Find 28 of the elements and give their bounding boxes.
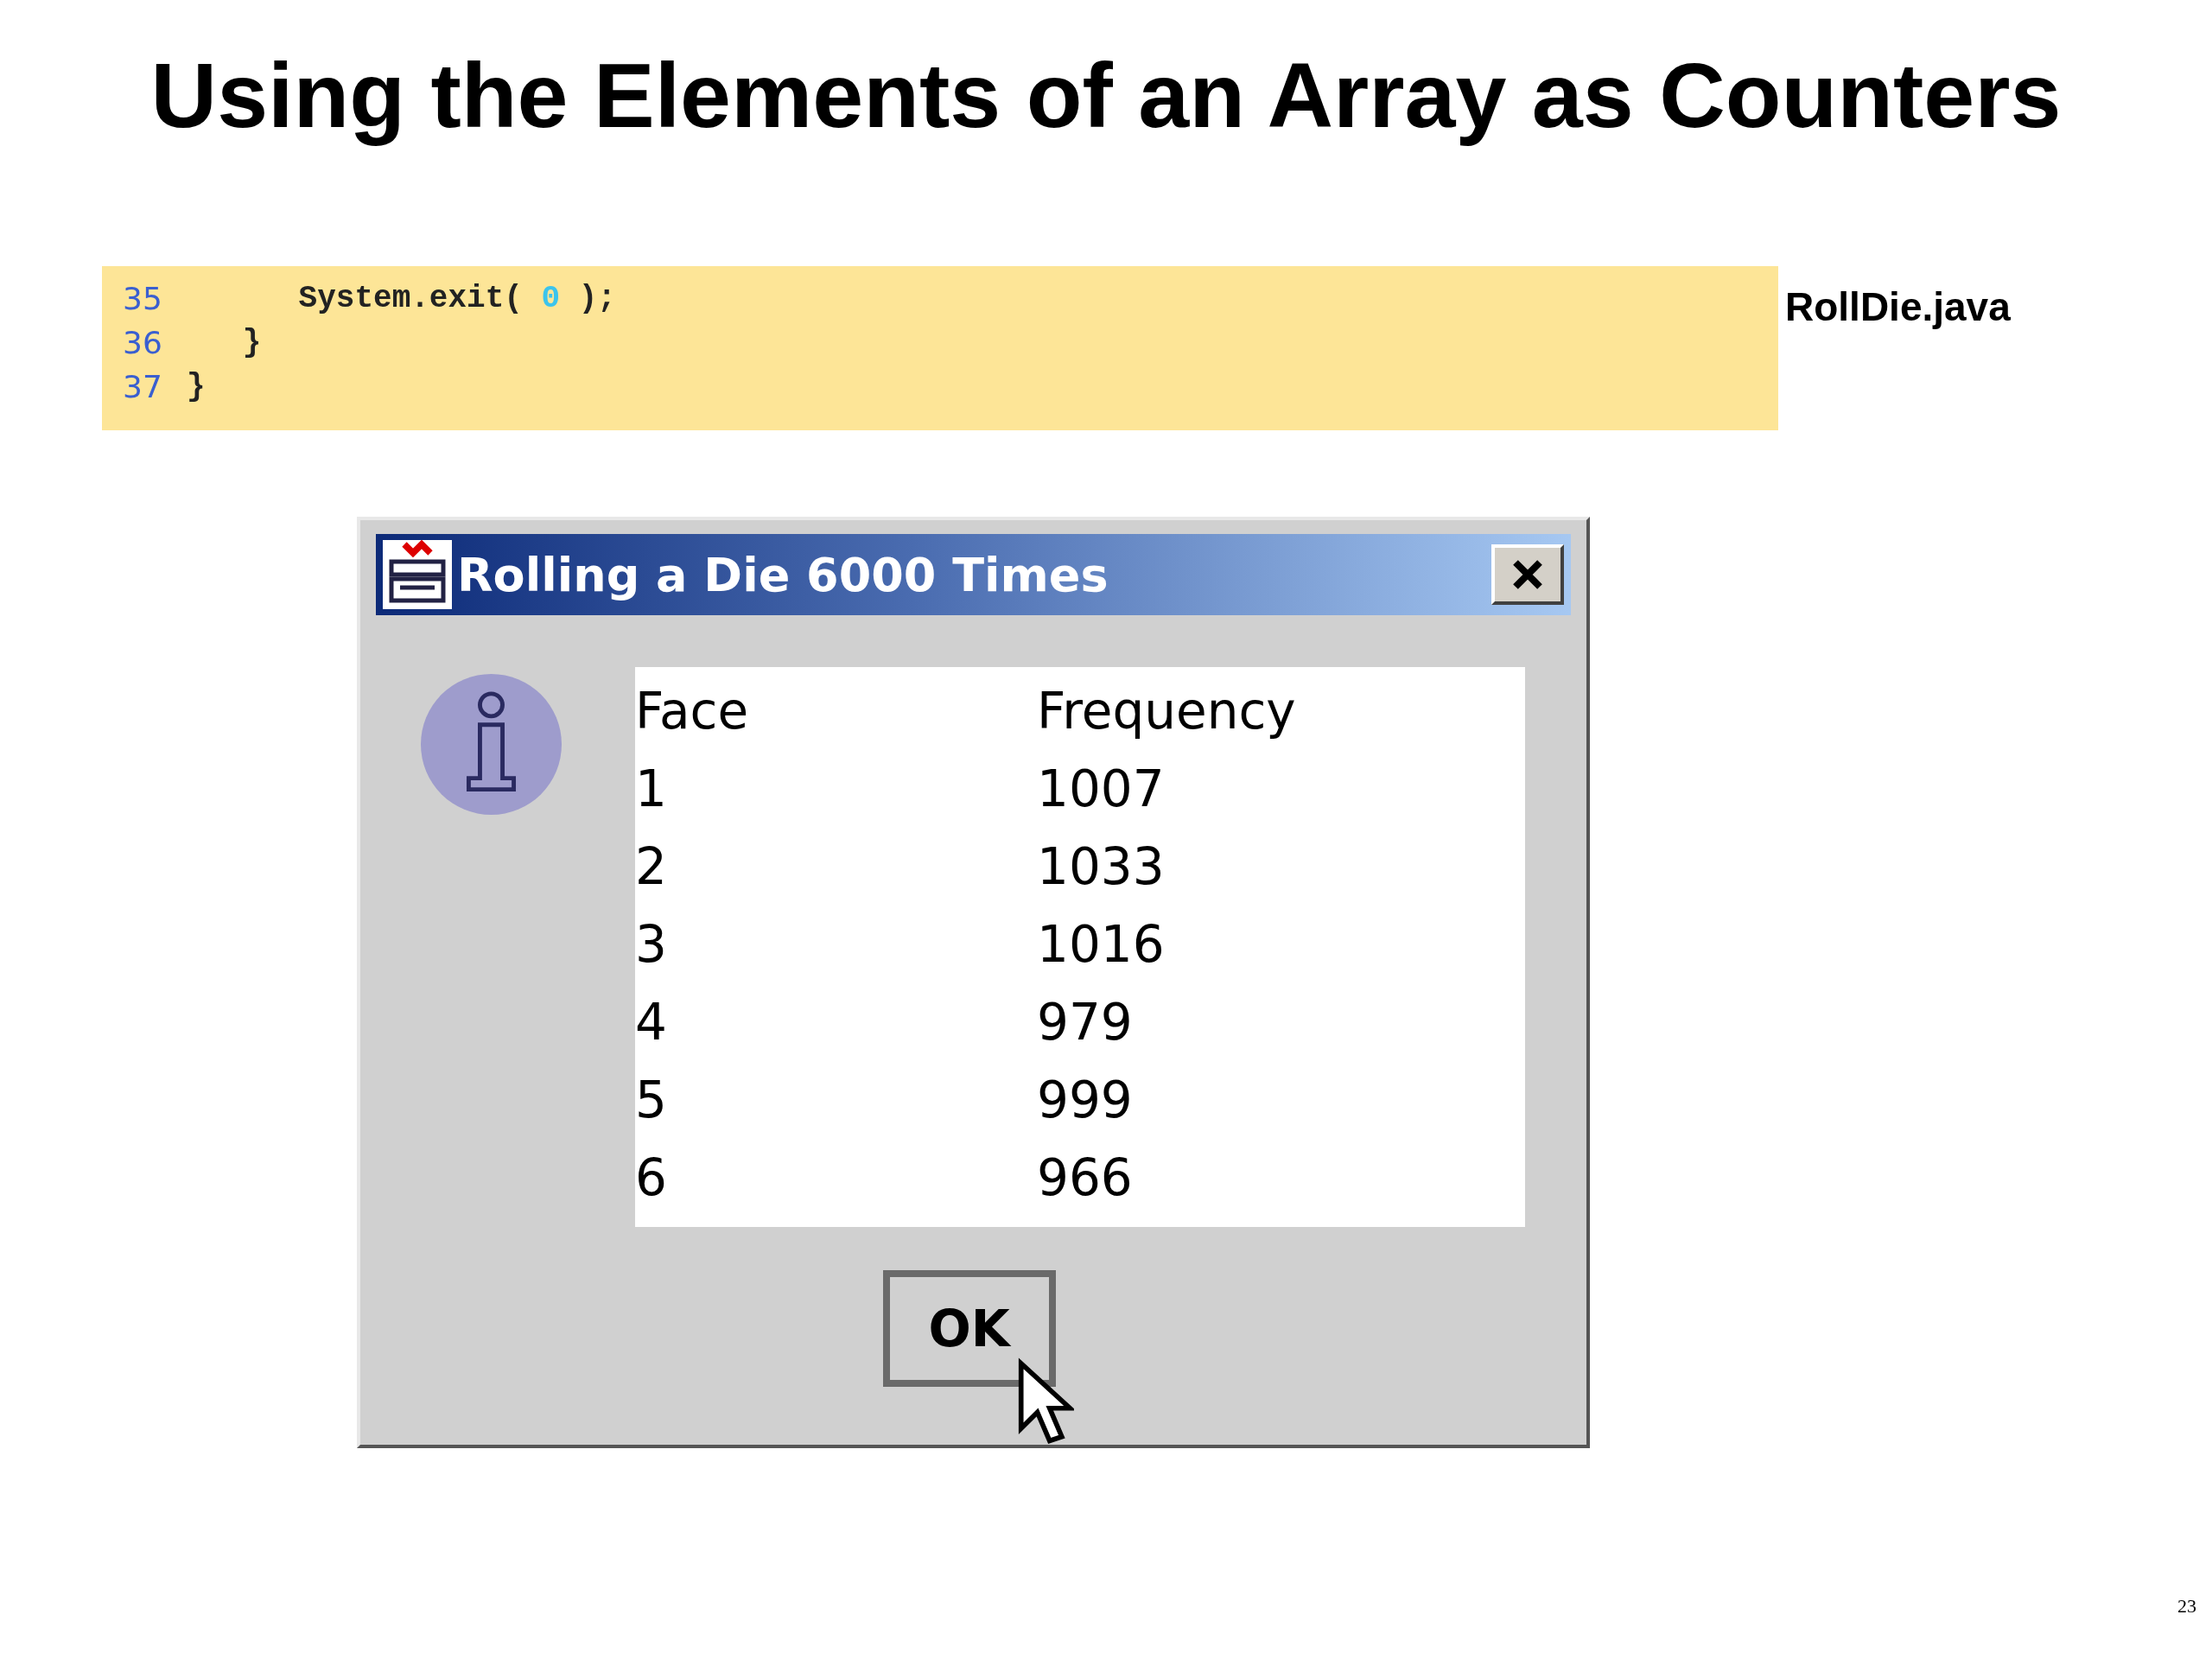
line-number: 37 bbox=[123, 369, 163, 404]
info-icon bbox=[421, 674, 562, 815]
line-number: 35 bbox=[123, 281, 163, 316]
table-cell: 999 bbox=[1037, 1071, 1133, 1129]
table-cell: 1007 bbox=[1037, 760, 1165, 818]
column-header: Frequency bbox=[1037, 682, 1296, 741]
code-line: } bbox=[241, 325, 262, 360]
column-header: Face bbox=[635, 682, 750, 741]
table-cell: 1016 bbox=[1037, 915, 1165, 974]
ok-button[interactable]: OK bbox=[882, 1270, 1056, 1387]
table-cell-text: 2 bbox=[635, 837, 668, 896]
code-line: } bbox=[187, 369, 206, 404]
table-cell-text: 4 bbox=[635, 993, 668, 1052]
line-number: 36 bbox=[123, 325, 163, 360]
table-cell-text: 3 bbox=[635, 915, 668, 974]
table-cell-text: 6 bbox=[635, 1148, 668, 1207]
slide-title: Using the Elements of an Array as Counters bbox=[149, 43, 2063, 148]
window-title: Rolling a Die 6000 Times bbox=[457, 547, 1109, 602]
table-cell: 979 bbox=[1037, 993, 1133, 1052]
table-cell-text: 5 bbox=[635, 1071, 668, 1129]
app-icon bbox=[383, 540, 452, 609]
table-cell: 966 bbox=[1037, 1148, 1133, 1207]
close-button[interactable] bbox=[1491, 544, 1564, 605]
code-line: System.exit( 0 ); bbox=[297, 281, 616, 316]
page-number: 23 bbox=[2177, 1595, 2196, 1618]
table-cell: 1033 bbox=[1037, 837, 1165, 896]
table-cell-text: 1 bbox=[635, 760, 668, 818]
file-label: RollDie.java bbox=[1785, 283, 2011, 330]
